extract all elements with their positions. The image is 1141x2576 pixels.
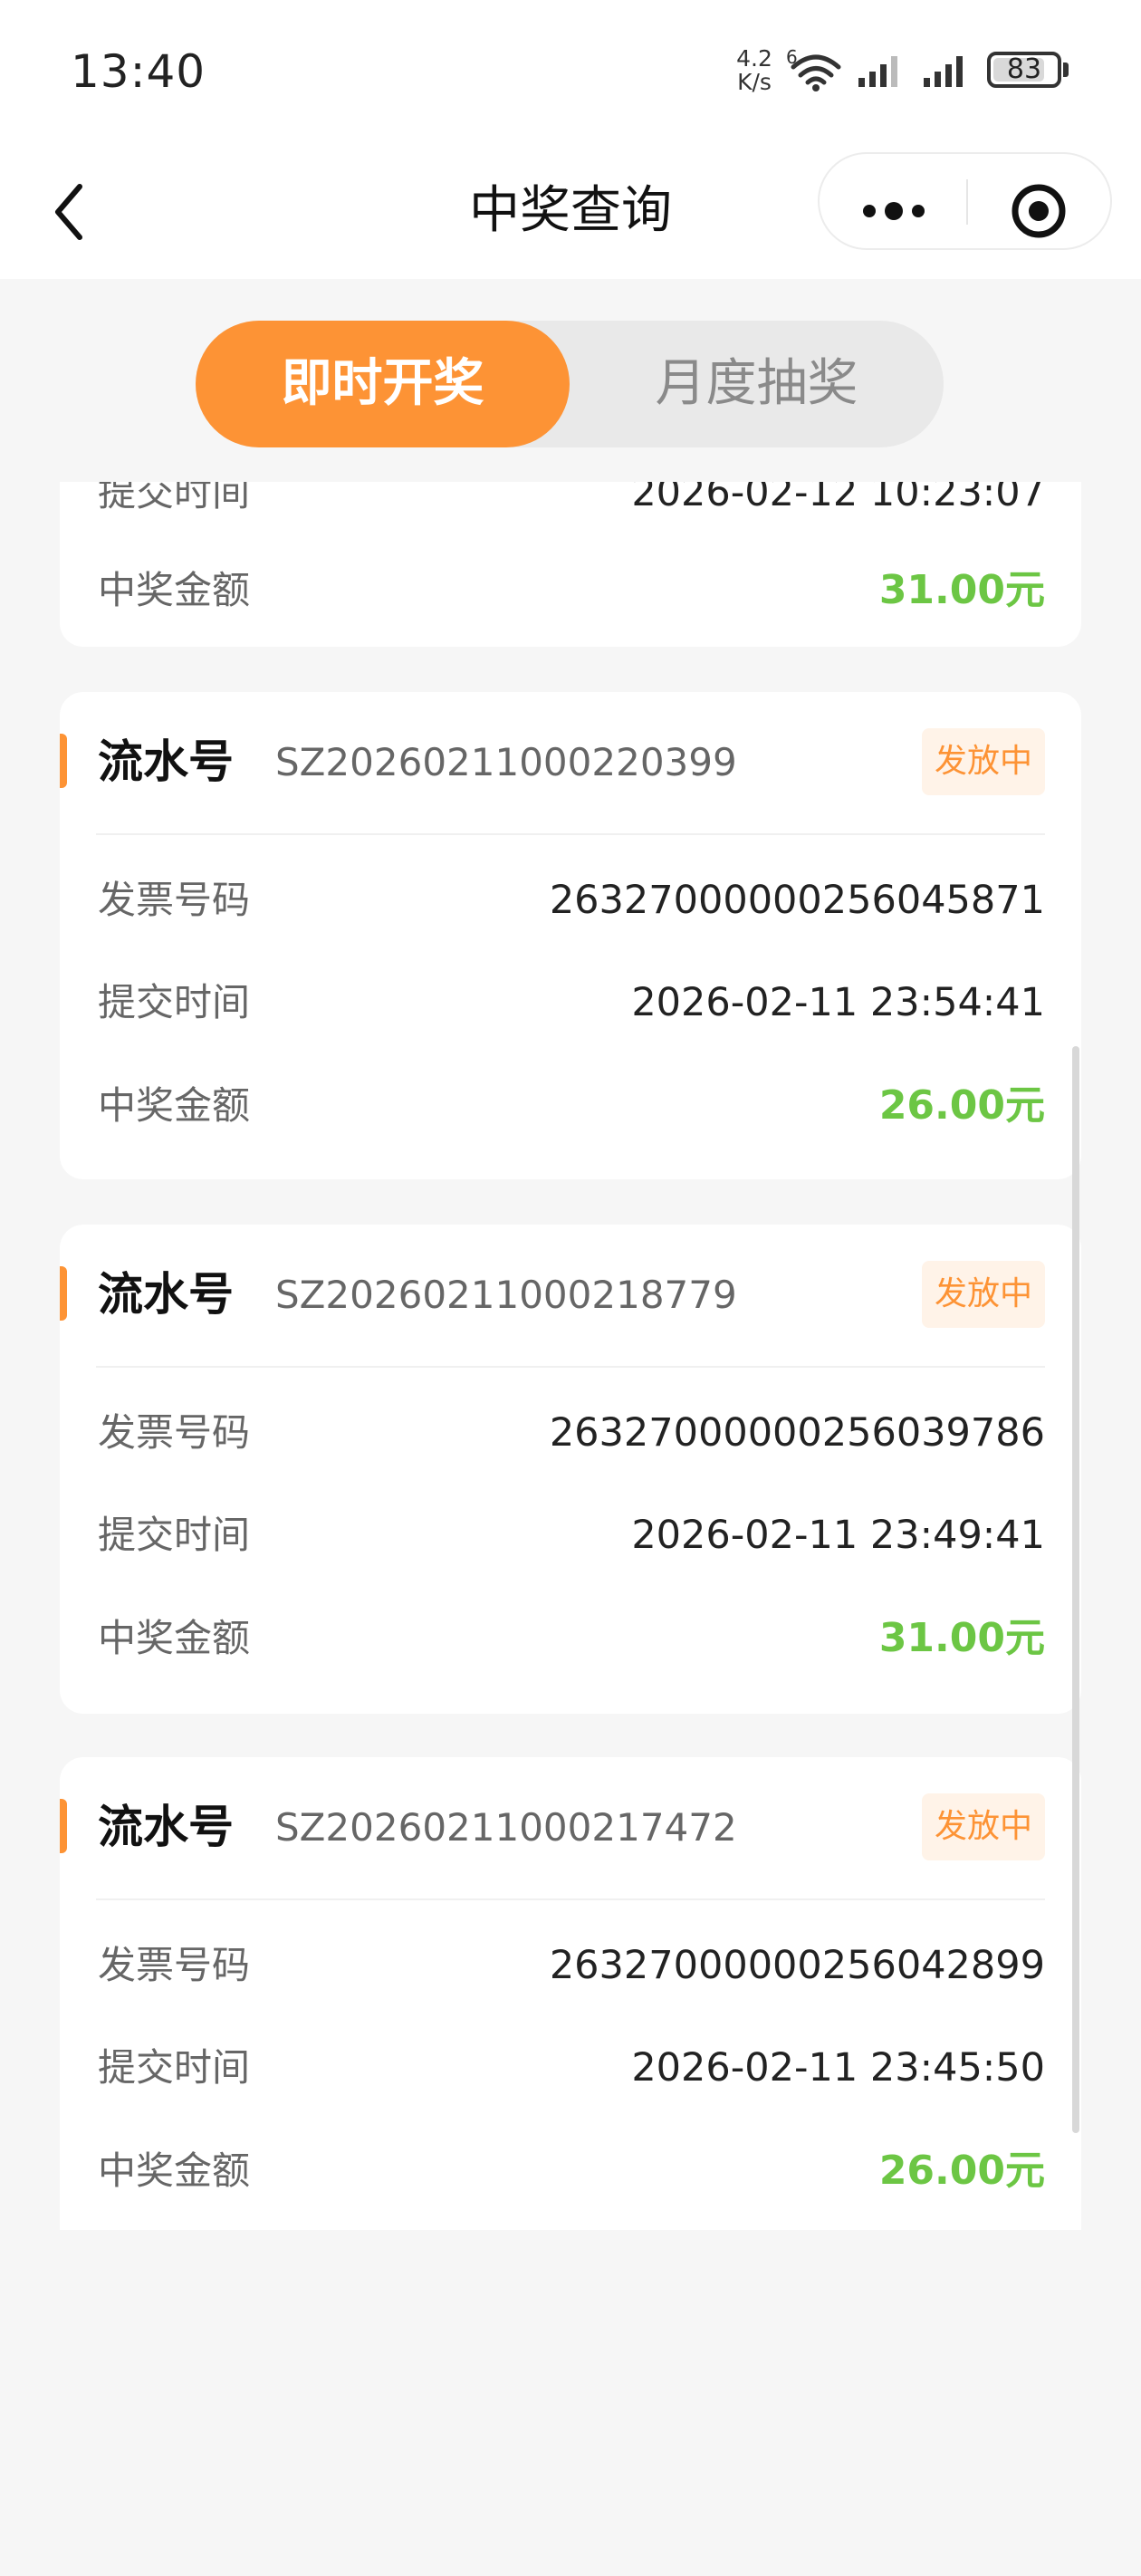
mini-program-capsule [818,152,1112,250]
battery-icon: 83 [987,52,1061,88]
tab-switcher: 即时开奖 月度抽奖 [196,321,944,447]
submit-time-label: 提交时间 [98,1513,251,1557]
accent-bar [60,734,67,788]
scrollbar[interactable] [1072,1046,1079,2133]
divider [96,1898,1045,1900]
amount-label: 中奖金额 [98,568,251,612]
amount-value: 31.00元 [878,1615,1045,1661]
amount-label: 中奖金额 [98,1083,251,1128]
more-button[interactable] [820,154,966,248]
record-card: 流水号 SZ20260211000220399 发放中 发票号码 2632700… [60,692,1081,1179]
serial-number: SZ20260211000220399 [275,740,737,784]
invoice-label: 发票号码 [98,1943,251,1987]
record-card: 流水号 SZ20260211000218779 发放中 发票号码 2632700… [60,1225,1081,1714]
submit-time-value: 2026-02-11 23:49:41 [631,1513,1045,1558]
status-badge: 发放中 [921,1793,1045,1860]
accent-bar [60,1266,67,1321]
serial-label: 流水号 [98,1268,234,1321]
invoice-number: 26327000000256039786 [549,1410,1045,1456]
tab-monthly-draw[interactable]: 月度抽奖 [570,321,944,447]
battery-tip [1063,62,1069,77]
invoice-label: 发票号码 [98,878,251,922]
invoice-label: 发票号码 [98,1410,251,1455]
record-card: 提交时间 2026-02-12 10:23:07 中奖金额 31.00元 [60,482,1081,647]
divider [96,833,1045,835]
status-time: 13:40 [71,45,206,98]
network-speed-value: 4.2 [736,45,772,72]
status-badge: 发放中 [921,1261,1045,1328]
more-dots-icon [863,202,925,220]
submit-time-value: 2026-02-12 10:23:07 [631,482,1045,515]
invoice-number: 26327000000256045871 [549,878,1045,923]
amount-value: 31.00元 [878,567,1045,613]
nav-bar: 中奖查询 [0,145,1141,279]
signal-icon [924,56,963,87]
amount-value: 26.00元 [878,1082,1045,1129]
submit-time-value: 2026-02-11 23:45:50 [631,2045,1045,2091]
invoice-number: 26327000000256042899 [549,1943,1045,1988]
record-header: 流水号 SZ20260211000217472 发放中 [60,1757,1081,1898]
serial-label: 流水号 [98,735,234,788]
record-card: 流水号 SZ20260211000217472 发放中 发票号码 2632700… [60,1757,1081,2230]
submit-time-label: 提交时间 [98,2045,251,2090]
accent-bar [60,1799,67,1853]
target-circle-icon [1012,184,1066,238]
status-bar: 13:40 4.2 K/s 6 83 [0,0,1141,145]
close-button[interactable] [968,154,1111,248]
divider [96,1366,1045,1368]
status-badge: 发放中 [921,728,1045,795]
tab-instant-draw[interactable]: 即时开奖 [196,321,570,447]
submit-time-label: 提交时间 [98,980,251,1024]
submit-time-label: 提交时间 [98,482,251,514]
network-speed-unit: K/s [737,69,772,95]
record-list[interactable]: 提交时间 2026-02-12 10:23:07 中奖金额 31.00元 流水号… [0,482,1141,2230]
amount-label: 中奖金额 [98,1616,251,1660]
network-speed: 4.2 K/s [732,47,777,94]
battery-level: 83 [1006,53,1042,85]
record-header: 流水号 SZ20260211000220399 发放中 [60,692,1081,833]
serial-label: 流水号 [98,1801,234,1853]
submit-time-value: 2026-02-11 23:54:41 [631,980,1045,1025]
serial-number: SZ20260211000218779 [275,1273,737,1317]
record-header: 流水号 SZ20260211000218779 发放中 [60,1225,1081,1366]
amount-label: 中奖金额 [98,2148,251,2193]
amount-value: 26.00元 [878,2148,1045,2194]
signal-icon [858,56,897,87]
serial-number: SZ20260211000217472 [275,1805,737,1850]
wifi-icon: 6 [786,47,841,91]
